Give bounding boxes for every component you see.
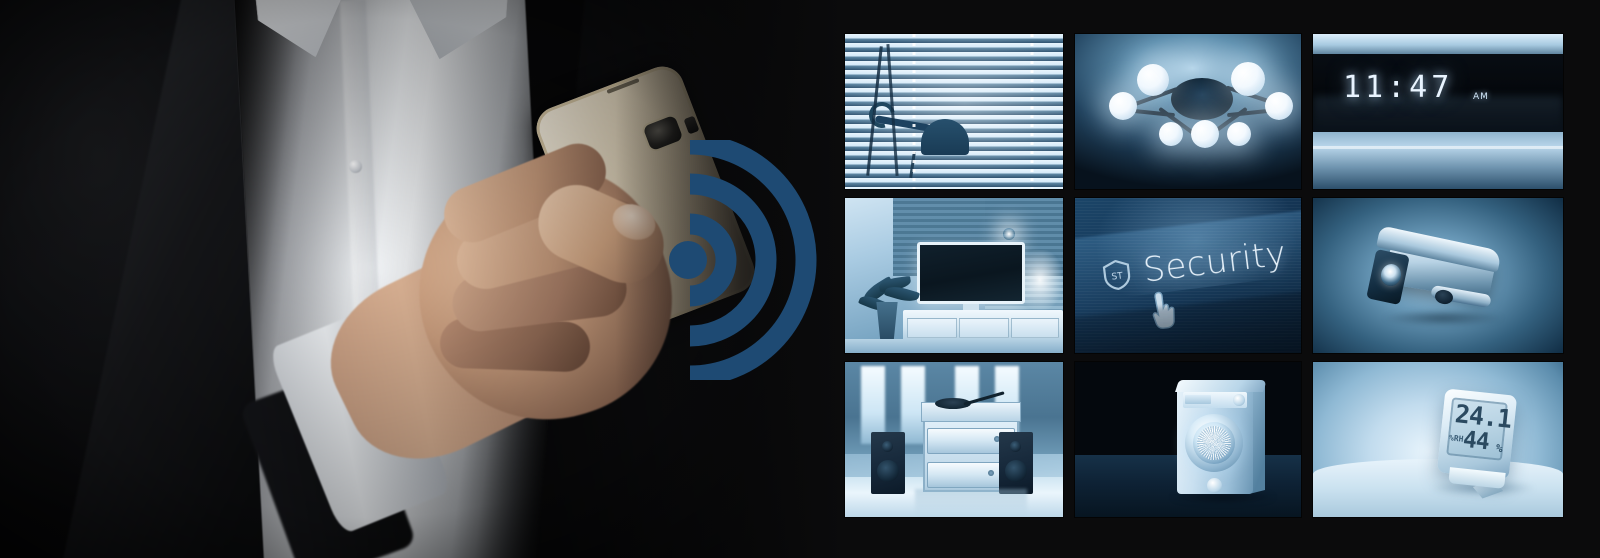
- clock-bezel-highlight: [1313, 146, 1563, 149]
- washer-drum: [1197, 426, 1231, 460]
- lens-flare: [1003, 228, 1015, 240]
- speaker-icon: [999, 432, 1033, 494]
- floor-reflection: [915, 489, 1027, 515]
- light-globe: [1265, 92, 1293, 120]
- tile-surveillance[interactable]: Surveillance Camera: [1313, 198, 1563, 353]
- washer-top-panel: [1175, 380, 1267, 392]
- light-globe: [1227, 122, 1251, 146]
- console-drawer: [907, 318, 957, 338]
- console-drawer: [959, 318, 1009, 338]
- tile-security[interactable]: ST Security Security: [1075, 198, 1301, 353]
- tile-lighting[interactable]: Lighting: [1075, 34, 1301, 189]
- humidity-readout: 44: [1461, 426, 1490, 456]
- light-globe: [1191, 120, 1219, 148]
- tile-entertainment[interactable]: TV / Living Room: [845, 198, 1063, 353]
- tile-blinds[interactable]: Window Blinds: [845, 34, 1063, 189]
- camera-shadow: [1383, 310, 1503, 326]
- smart-home-hero-image: gold smartphone: [0, 0, 1600, 558]
- clock-meridiem: AM: [1473, 92, 1489, 102]
- blind-ladder-strings: [845, 34, 1063, 189]
- speaker-icon: [871, 432, 905, 494]
- clock-top-bezel: [1313, 34, 1563, 54]
- light-globe: [1137, 64, 1169, 96]
- tile-climate[interactable]: 24.1 %RH 44 % Climate / Hygrometer: [1313, 362, 1563, 517]
- humidity-unit-label: %RH: [1448, 433, 1464, 444]
- floor: [845, 339, 1063, 353]
- tile-laundry[interactable]: Washing Machine: [1075, 362, 1301, 517]
- smart-device-tile-grid: Window Blinds Lighting 11:47 AM: [845, 34, 1563, 517]
- console-drawer: [1011, 318, 1059, 338]
- clock-time-readout: 11:47: [1343, 70, 1454, 105]
- television-icon: [917, 242, 1025, 304]
- wifi-signal-icon: [660, 133, 850, 387]
- clock-bottom-bezel: [1313, 132, 1563, 189]
- light-globe: [1109, 92, 1137, 120]
- tile-alarm-clock[interactable]: 11:47 AM Alarm Clock: [1313, 34, 1563, 189]
- ceiling-lamp-hub: [1171, 78, 1233, 120]
- light-globe: [1159, 122, 1183, 146]
- percent-symbol: %: [1495, 441, 1504, 456]
- tile-audio[interactable]: Hi-Fi Audio: [845, 362, 1063, 517]
- light-globe: [1231, 62, 1265, 96]
- detergent-drawer: [1185, 395, 1211, 404]
- washer-program-dial: [1233, 394, 1245, 406]
- shirt-button: [349, 160, 362, 173]
- washer-filter-cap: [1207, 478, 1222, 493]
